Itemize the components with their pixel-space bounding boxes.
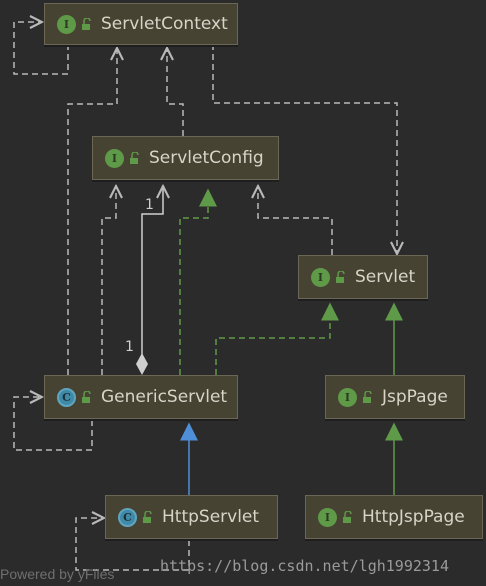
- genericservlet-servletconfig-aggregation: [141, 186, 163, 372]
- node-label: Servlet: [355, 267, 416, 287]
- class-icon: C: [57, 387, 76, 407]
- node-servlet[interactable]: I Servlet: [298, 255, 428, 299]
- node-label: HttpServlet: [162, 507, 260, 527]
- unlocked-icon: [343, 511, 352, 523]
- unlocked-icon: [143, 511, 152, 523]
- interface-icon: I: [57, 14, 76, 34]
- genericservlet-to-servletconfig-dependency: [101, 186, 116, 375]
- servlet-to-servletconfig-dependency: [258, 186, 333, 255]
- node-genericservlet[interactable]: C GenericServlet: [44, 375, 238, 419]
- multiplicity-label-top: 1: [145, 197, 154, 213]
- unlocked-icon: [82, 18, 91, 30]
- unlocked-icon: [336, 271, 345, 283]
- node-servletconfig[interactable]: I ServletConfig: [92, 136, 279, 180]
- node-label: GenericServlet: [101, 387, 228, 407]
- genericservlet-implements-servletconfig: [179, 188, 217, 375]
- node-httpjsppage[interactable]: I HttpJspPage: [305, 495, 483, 539]
- interface-icon: I: [105, 148, 124, 168]
- node-httpservlet[interactable]: C HttpServlet: [105, 495, 278, 539]
- interface-icon: I: [318, 507, 337, 527]
- node-label: HttpJspPage: [362, 507, 465, 527]
- node-label: JspPage: [382, 387, 448, 407]
- genericservlet-implements-servlet: [215, 302, 339, 375]
- class-icon: C: [118, 507, 137, 527]
- unlocked-icon: [82, 391, 91, 403]
- node-servletcontext[interactable]: I ServletContext: [44, 3, 238, 45]
- servletconfig-to-servletcontext-dependency: [167, 48, 184, 136]
- unlocked-icon: [130, 152, 139, 164]
- node-jsppage[interactable]: I JspPage: [325, 375, 465, 419]
- aggregation-diamond: [136, 353, 148, 375]
- multiplicity-label-bottom: 1: [125, 339, 134, 355]
- node-label: ServletContext: [101, 14, 228, 34]
- interface-icon: I: [311, 267, 330, 287]
- powered-by-footer: Powered by yFiles: [0, 566, 115, 582]
- genericservlet-to-servletcontext-dependency: [67, 48, 117, 375]
- watermark-url: https://blog.csdn.net/lgh1992314: [160, 557, 449, 575]
- unlocked-icon: [363, 391, 372, 403]
- interface-icon: I: [338, 387, 357, 407]
- node-label: ServletConfig: [149, 148, 264, 168]
